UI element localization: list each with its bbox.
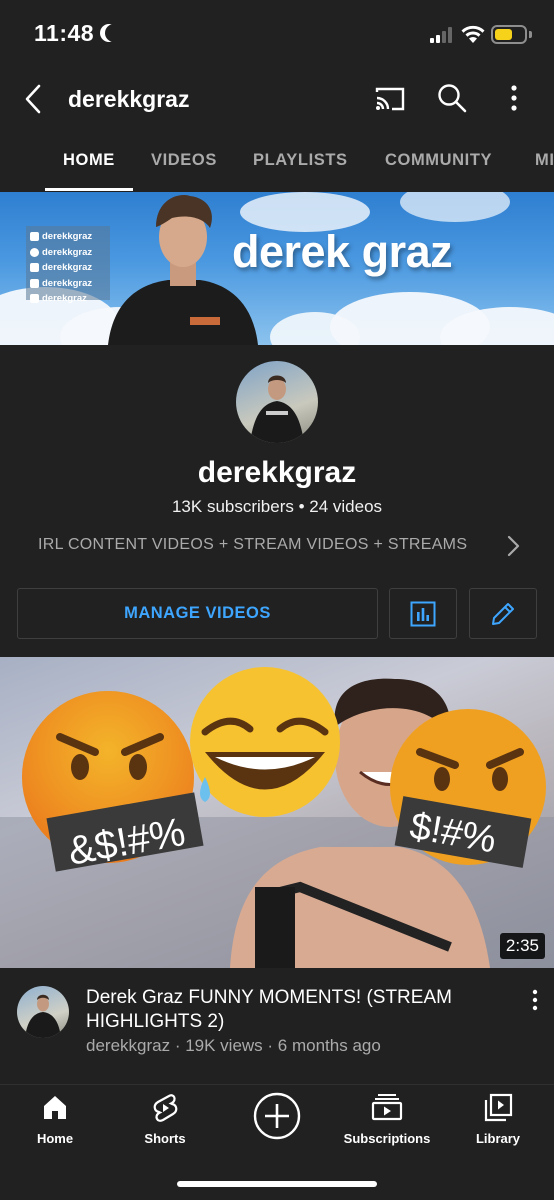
nav-library-label: Library <box>475 1131 521 1146</box>
home-icon <box>44 1096 66 1119</box>
channel-stats: 13K subscribers • 24 videos <box>171 497 383 516</box>
battery-cap <box>529 31 532 38</box>
nav-home-label: Home <box>36 1131 74 1146</box>
analytics-icon <box>410 601 436 626</box>
nav-shorts-label: Shorts <box>144 1131 186 1146</box>
wifi-icon <box>461 25 485 43</box>
social-youtube: derekgraz <box>30 291 106 307</box>
library-icon <box>484 1093 513 1122</box>
channel-avatar[interactable] <box>236 361 318 443</box>
nav-create[interactable] <box>222 1085 332 1165</box>
active-tab-indicator <box>45 188 133 191</box>
nav-shorts[interactable]: Shorts <box>110 1085 220 1165</box>
tiktok-icon <box>30 278 39 288</box>
manage-videos-button[interactable]: MANAGE VIDEOS <box>17 588 378 639</box>
home-indicator <box>177 1181 377 1187</box>
header-title: derekkgraz <box>68 86 190 112</box>
twitch-icon <box>30 232 39 242</box>
search-icon[interactable] <box>436 82 468 114</box>
nav-subscriptions[interactable]: Subscriptions <box>332 1085 442 1165</box>
tab-playlists[interactable]: PLAYLISTS <box>253 151 348 170</box>
pencil-icon <box>492 602 514 625</box>
app-header: derekkgraz <box>0 70 554 130</box>
back-icon[interactable] <box>20 84 50 114</box>
tab-more[interactable]: MI <box>535 151 554 170</box>
channel-description[interactable]: IRL CONTENT VIDEOS + STREAM VIDEOS + STR… <box>38 536 467 554</box>
banner-title: derek graz <box>232 226 453 277</box>
cast-icon[interactable] <box>374 84 406 114</box>
nav-library[interactable]: Library <box>443 1085 553 1165</box>
subscriptions-icon <box>371 1094 403 1121</box>
chevron-right-icon[interactable] <box>503 534 523 558</box>
tab-community[interactable]: COMMUNITY <box>385 151 492 170</box>
social-tiktok: derekkgraz <box>30 276 106 292</box>
status-bar: 11:48 <box>0 0 554 70</box>
instagram-icon <box>30 247 39 257</box>
nav-home[interactable]: Home <box>0 1085 110 1165</box>
video-thumbnail[interactable]: &$!#% $!#% 2:35 <box>0 657 554 968</box>
cellular-signal-icon <box>430 27 454 43</box>
more-icon[interactable] <box>500 82 528 114</box>
battery-icon <box>491 25 527 44</box>
twitter-icon <box>30 263 39 273</box>
battery-level <box>495 29 512 40</box>
video-subtitle: derekkgraz · 19K views · 6 months ago <box>86 1036 381 1055</box>
create-icon <box>253 1092 301 1140</box>
social-twitter: derekkgraz <box>30 260 106 276</box>
video-duration: 2:35 <box>499 933 545 959</box>
video-title[interactable]: Derek Graz FUNNY MOMENTS! (STREAM HIGHLI… <box>86 986 496 1034</box>
youtube-icon <box>30 294 39 304</box>
nav-subscriptions-label: Subscriptions <box>343 1131 431 1146</box>
channel-name: derekkgraz <box>197 456 357 489</box>
moon-icon <box>105 24 123 42</box>
video-channel-avatar[interactable] <box>17 986 69 1038</box>
tab-videos[interactable]: VIDEOS <box>151 151 217 170</box>
manage-videos-label: MANAGE VIDEOS <box>124 604 271 622</box>
shorts-icon <box>153 1094 178 1122</box>
video-more-icon[interactable] <box>525 988 545 1012</box>
social-twitch: derekkgraz <box>30 229 106 245</box>
channel-tabs: HOME VIDEOS PLAYLISTS COMMUNITY MI <box>0 130 554 192</box>
status-time: 11:48 <box>34 20 95 46</box>
banner-social-list: derekkgraz derekkgraz derekkgraz derekkg… <box>26 226 110 304</box>
tab-home[interactable]: HOME <box>63 151 115 170</box>
analytics-button[interactable] <box>389 588 457 639</box>
thumbnail-image: &$!#% $!#% <box>0 667 554 968</box>
social-instagram: derekkgraz <box>30 245 106 261</box>
channel-banner: derekkgraz derekkgraz derekkgraz derekkg… <box>0 192 554 345</box>
video-meta[interactable]: Derek Graz FUNNY MOMENTS! (STREAM HIGHLI… <box>0 968 554 1084</box>
edit-channel-button[interactable] <box>469 588 537 639</box>
